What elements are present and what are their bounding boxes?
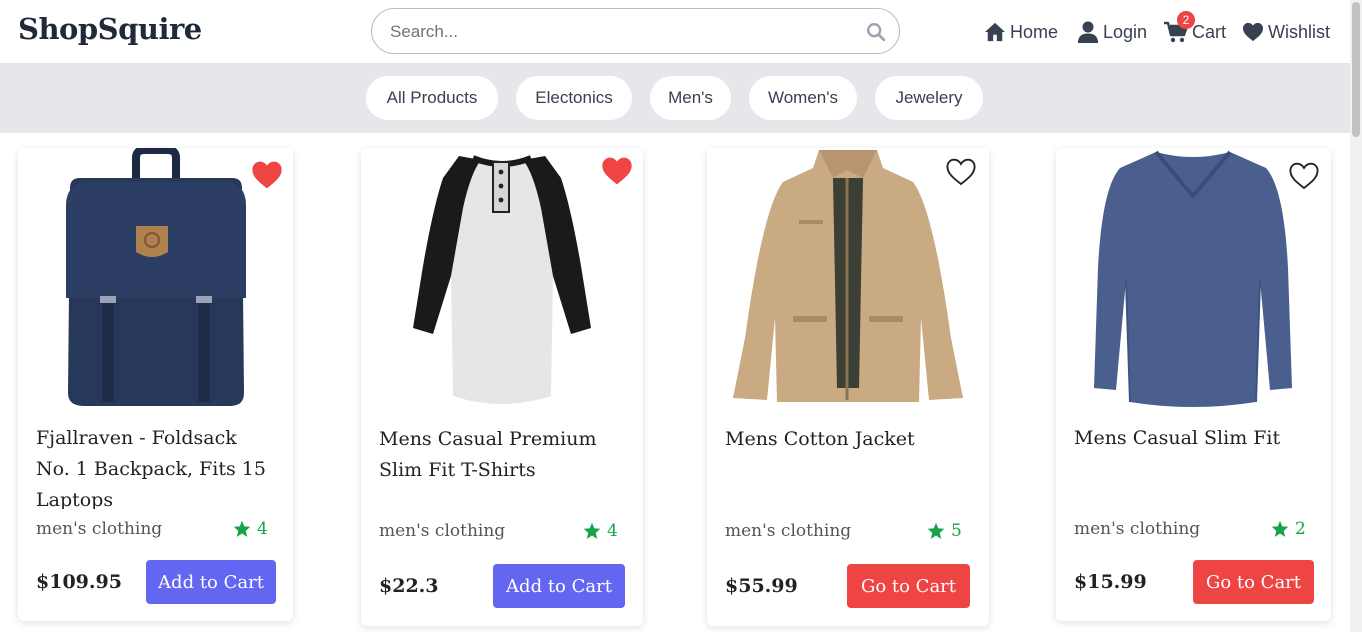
product-rating: 5 xyxy=(927,521,962,541)
product-price: $55.99 xyxy=(725,575,798,597)
search-bar xyxy=(371,8,900,54)
wishlist-heart-outline-icon[interactable] xyxy=(945,157,977,187)
rating-value: 2 xyxy=(1295,519,1306,539)
nav-wishlist[interactable]: Wishlist xyxy=(1242,19,1330,45)
category-bar: All Products Electonics Men's Women's Je… xyxy=(0,63,1350,133)
go-to-cart-button[interactable]: Go to Cart xyxy=(1193,560,1314,604)
category-mens[interactable]: Men's xyxy=(650,76,731,120)
brand-logo[interactable]: ShopSquire xyxy=(18,12,202,46)
nav-cart[interactable]: 2 Cart xyxy=(1164,11,1227,45)
add-to-cart-button[interactable]: Add to Cart xyxy=(493,564,625,608)
product-category: men's clothing xyxy=(36,519,163,539)
page-scrollbar[interactable] xyxy=(1350,0,1362,632)
nav-login[interactable]: Login xyxy=(1077,19,1147,45)
nav-home[interactable]: Home xyxy=(984,19,1058,45)
go-to-cart-button[interactable]: Go to Cart xyxy=(847,564,970,608)
rating-value: 5 xyxy=(951,521,962,541)
nav-home-label: Home xyxy=(1010,21,1059,42)
star-icon xyxy=(583,522,601,539)
header: ShopSquire Home Login 2 Cart Wishlist xyxy=(0,0,1350,63)
product-title[interactable]: Mens Casual Premium Slim Fit T-Shirts xyxy=(379,424,619,486)
wishlist-heart-filled-icon[interactable] xyxy=(251,160,283,190)
product-card: Mens Casual Premium Slim Fit T-Shirts me… xyxy=(361,148,643,626)
wishlist-heart-outline-icon[interactable] xyxy=(1288,161,1320,191)
product-title[interactable]: Fjallraven - Foldsack No. 1 Backpack, Fi… xyxy=(36,423,276,509)
product-rating: 2 xyxy=(1271,519,1306,539)
product-image[interactable] xyxy=(361,148,643,418)
product-card: Mens Cotton Jacket men's clothing 5 $55.… xyxy=(707,148,989,626)
product-card: Mens Casual Slim Fit men's clothing 2 $1… xyxy=(1056,148,1331,621)
category-electronics[interactable]: Electonics xyxy=(516,76,632,120)
rating-value: 4 xyxy=(257,519,268,539)
product-price: $15.99 xyxy=(1074,571,1147,593)
nav-cart-label: Cart xyxy=(1192,21,1227,42)
scrollbar-thumb[interactable] xyxy=(1352,2,1360,137)
product-title[interactable]: Mens Casual Slim Fit xyxy=(1074,423,1314,454)
add-to-cart-button[interactable]: Add to Cart xyxy=(146,560,276,604)
raglan-shirt-image xyxy=(413,155,591,404)
search-input[interactable] xyxy=(390,21,850,43)
product-category: men's clothing xyxy=(379,521,506,541)
product-rating: 4 xyxy=(583,521,618,541)
search-icon[interactable] xyxy=(865,21,887,43)
category-jewelery[interactable]: Jewelery xyxy=(875,76,983,120)
product-image[interactable] xyxy=(707,148,989,418)
product-title[interactable]: Mens Cotton Jacket xyxy=(725,424,965,455)
category-all-products[interactable]: All Products xyxy=(366,76,498,120)
star-icon xyxy=(233,520,251,537)
nav-wishlist-label: Wishlist xyxy=(1268,21,1330,42)
user-icon xyxy=(1078,21,1098,43)
heart-icon xyxy=(1243,22,1263,42)
product-price: $109.95 xyxy=(36,571,122,593)
star-icon xyxy=(927,522,945,539)
cart-count-badge: 2 xyxy=(1177,11,1195,29)
nav-login-label: Login xyxy=(1103,21,1148,42)
wishlist-heart-filled-icon[interactable] xyxy=(601,156,633,186)
product-category: men's clothing xyxy=(725,521,852,541)
jacket-image xyxy=(733,150,963,402)
product-rating: 4 xyxy=(233,519,268,539)
category-womens[interactable]: Women's xyxy=(749,76,857,120)
product-card: Fjallraven - Foldsack No. 1 Backpack, Fi… xyxy=(18,148,293,621)
star-icon xyxy=(1271,520,1289,537)
rating-value: 4 xyxy=(607,521,618,541)
home-icon xyxy=(985,22,1005,42)
product-category: men's clothing xyxy=(1074,519,1201,539)
product-price: $22.3 xyxy=(379,575,439,597)
